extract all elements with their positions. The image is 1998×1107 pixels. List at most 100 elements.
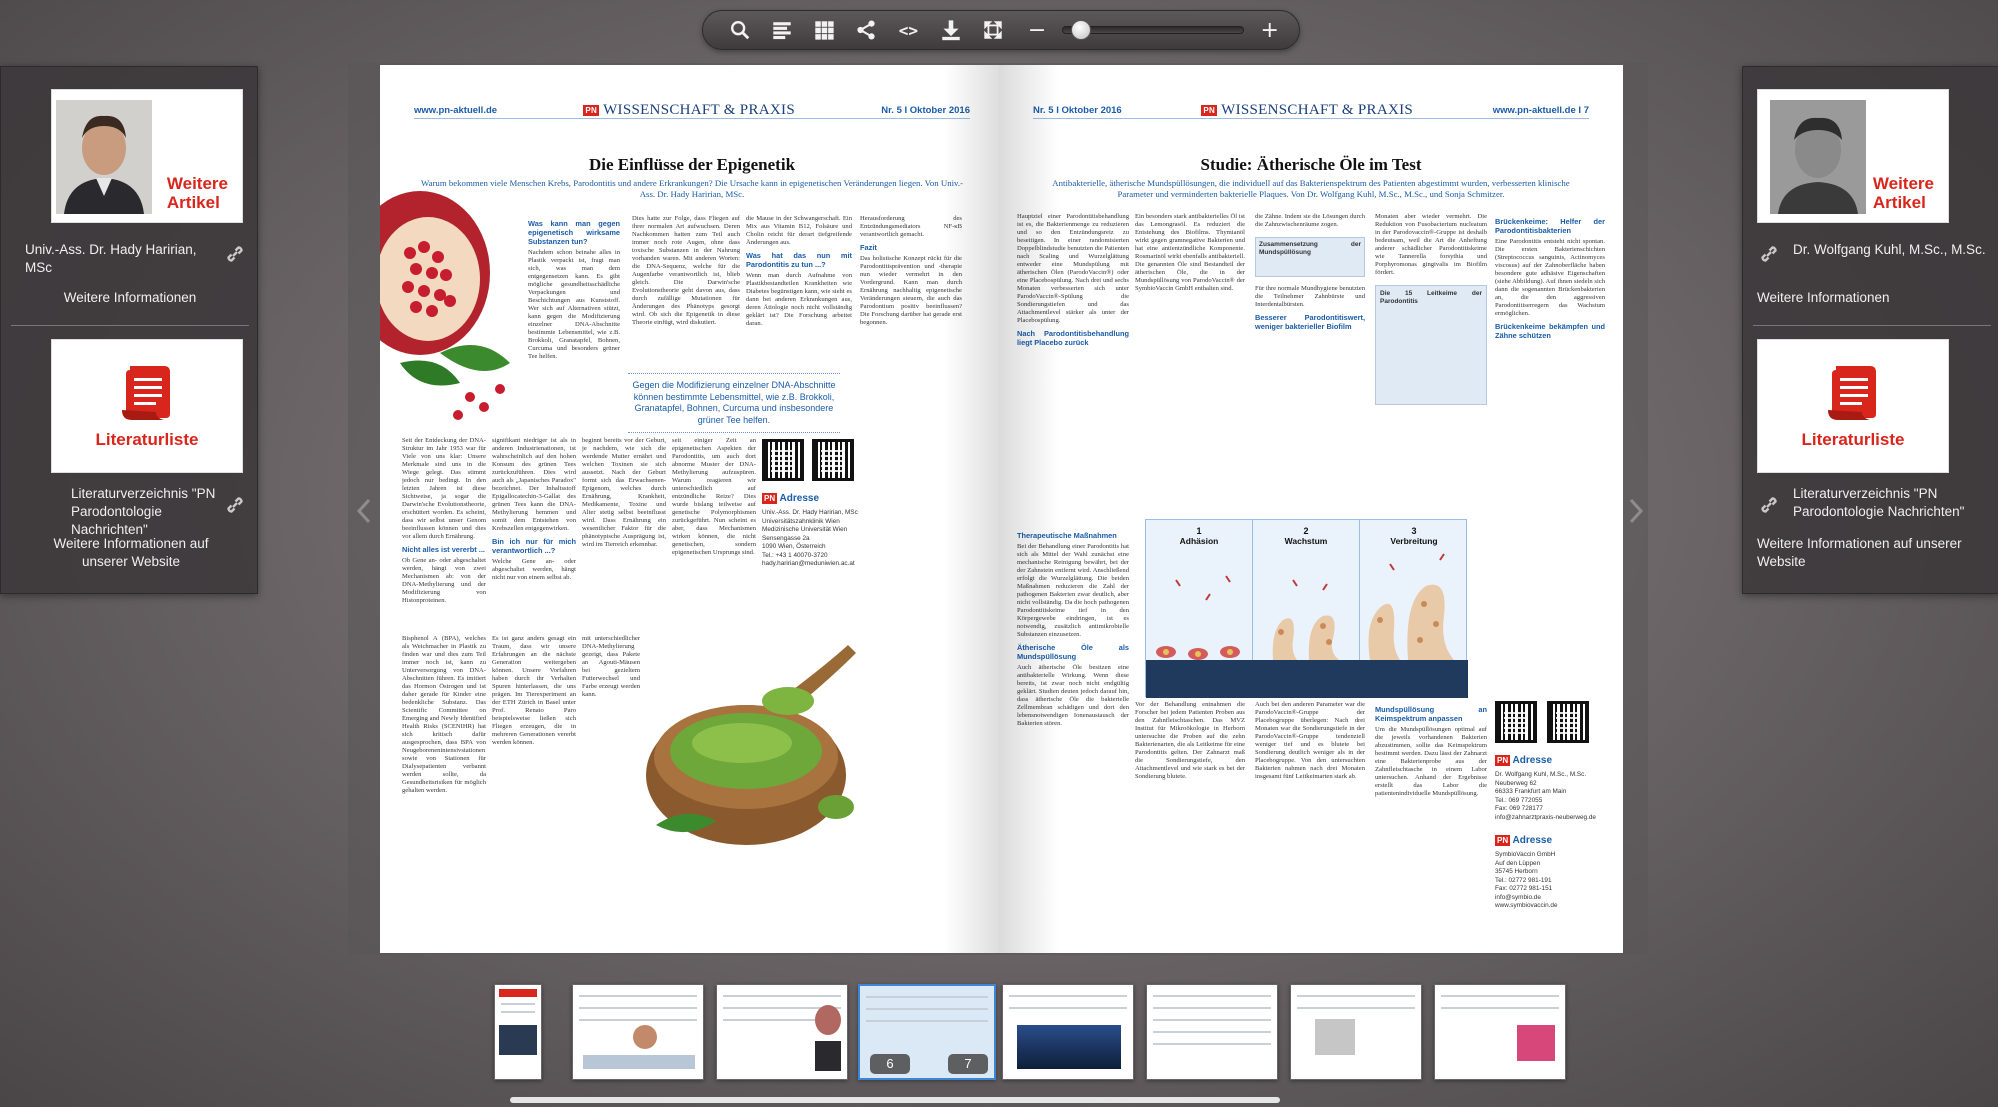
thumbnail-scrollbar[interactable] — [510, 1097, 1280, 1103]
page-url-and-number: www.pn-aktuell.de I 7 — [1493, 105, 1589, 116]
page-right[interactable]: Nr. 5 I Oktober 2016 PN WISSENSCHAFT & P… — [999, 65, 1623, 953]
subheading: Was hat das nun mit Parodontitis zu tun … — [746, 251, 852, 269]
pull-quote: Gegen die Modifizierung einzelner DNA-Ab… — [628, 373, 840, 433]
zoom-slider-handle[interactable] — [1071, 20, 1092, 40]
text-column: Auch bei den anderen Parameter war die P… — [1255, 701, 1365, 780]
thumbnail-pages-4-5[interactable] — [716, 984, 848, 1080]
literature-label: Literaturliste — [1801, 430, 1905, 449]
ingredients-box-title: Zusammensetzung der Mundspüllösung — [1259, 241, 1361, 256]
address-heading: Adresse — [1512, 755, 1553, 766]
rubric-text: WISSENSCHAFT & PRAXIS — [603, 102, 795, 118]
page-header: www.pn-aktuell.de PN WISSENSCHAFT & PRAX… — [414, 102, 970, 119]
literature-more-info-link[interactable]: Weitere Informationen auf unserer Websit… — [1757, 535, 1977, 571]
text-column: Ein besonders stark antibakterielles Öl … — [1135, 213, 1245, 292]
author-photo — [1770, 100, 1866, 214]
info-box-leitkeime: Die 15 Leitkeime der Parodontitis — [1375, 285, 1487, 405]
article-lead: Antibakterielle, ätherische Mundspüllösu… — [1052, 178, 1570, 199]
link-icon[interactable] — [223, 493, 247, 517]
author-more-info-link[interactable]: Weitere Informationen — [1, 289, 259, 307]
more-articles-label: Weitere Artikel — [1872, 174, 1934, 212]
zoom-slider[interactable] — [1062, 20, 1245, 40]
author-name: Univ.-Ass. Dr. Hady Haririan, MSc — [25, 242, 197, 275]
qr-code[interactable] — [1495, 701, 1537, 743]
grid-icon[interactable] — [803, 14, 845, 46]
text-column: Monaten aber wieder vermehrt. Die Redukt… — [1375, 213, 1487, 515]
text-column: mit unterschiedlicher DNA-Methylierung g… — [582, 635, 640, 698]
more-articles-label: Weitere Artikel — [166, 174, 228, 212]
text-column: seit einiger Zeit an epigenetischen Aspe… — [672, 437, 756, 556]
address-heading: Adresse — [779, 493, 820, 504]
link-icon[interactable] — [223, 242, 247, 266]
thumbnail-pages-12-13[interactable] — [1290, 984, 1422, 1080]
thumbnail-pages-10-11[interactable] — [1146, 984, 1278, 1080]
page-header: Nr. 5 I Oktober 2016 PN WISSENSCHAFT & P… — [1033, 102, 1589, 119]
link-icon[interactable] — [1757, 242, 1781, 266]
subheading: Nicht alles ist vererbt ... — [402, 545, 485, 554]
figure-panel-spread: 3 Verbreitung — [1360, 520, 1468, 698]
subheading: Besserer Parodontitiswert, weniger bakte… — [1255, 313, 1365, 331]
scroll-icon — [1822, 360, 1886, 424]
literature-more-info-link[interactable]: Weitere Informationen auf unserer Websit… — [31, 535, 231, 571]
link-icon[interactable] — [1757, 493, 1781, 517]
literature-name: Literaturverzeichnis "PN Parodontologie … — [71, 486, 216, 537]
subheading: Brückenkeime bekämpfen und Zähne schütze… — [1495, 322, 1605, 340]
thumbnail-pages-6-7[interactable]: 6 7 — [858, 984, 996, 1080]
subheading: Was kann man gegen epigenetisch wirksame… — [528, 219, 620, 246]
matcha-bowl-image — [646, 645, 856, 845]
text-column: Es ist ganz anders gesagt ein Traum, das… — [492, 635, 576, 746]
text-column: Mundspüllösung an Keimspektrum anpassen … — [1375, 705, 1487, 797]
page-rubric: PN WISSENSCHAFT & PRAXIS — [1201, 102, 1413, 119]
literature-card[interactable]: Literaturliste — [51, 339, 243, 473]
left-info-panel: Weitere Artikel Univ.-Ass. Dr. Hady Hari… — [0, 66, 258, 594]
page-badge: 7 — [948, 1054, 988, 1074]
text-column: Vor der Behandlung entnahmen die Forsche… — [1135, 701, 1245, 780]
text-column: die Zähne. Indem sie die Lösungen durch … — [1255, 213, 1365, 331]
article-title: Die Einflüsse der Epigenetik — [588, 155, 796, 174]
article-title: Studie: Ätherische Öle im Test — [1200, 155, 1422, 174]
text-column: Bisphenol A (BPA), welches als Weichmach… — [402, 635, 486, 794]
page-left[interactable]: www.pn-aktuell.de PN WISSENSCHAFT & PRAX… — [380, 65, 1004, 953]
issue-info: Nr. 5 I Oktober 2016 — [881, 105, 970, 116]
search-icon[interactable] — [719, 14, 761, 46]
fullscreen-icon[interactable] — [972, 14, 1014, 46]
literature-label: Literaturliste — [95, 430, 199, 449]
info-box-title: Die 15 Leitkeime der Parodontitis — [1380, 290, 1482, 305]
figure-panel-growth: 2 Wachstum — [1253, 520, 1360, 698]
pn-logo: PN — [583, 105, 600, 116]
text-column: Brückenkeime: Helfer der Parodontitisbak… — [1495, 217, 1605, 340]
subheading: Mundspüllösung an Keimspektrum anpassen — [1375, 705, 1487, 723]
author-card[interactable]: Weitere Artikel — [1757, 89, 1949, 223]
share-icon[interactable] — [845, 14, 887, 46]
qr-code[interactable] — [762, 439, 804, 481]
qr-code[interactable] — [812, 439, 854, 481]
page-rubric: PN WISSENSCHAFT & PRAXIS — [583, 102, 795, 119]
zoom-in-button[interactable]: + — [1256, 18, 1283, 43]
thumbnail-pages-8-9[interactable] — [1002, 984, 1134, 1080]
zoom-out-button[interactable]: − — [1024, 18, 1051, 43]
subheading: Bin ich nur für mich verantwortlich ...? — [492, 537, 576, 555]
text-column: beginnt bereits vor der Geburt, je nachd… — [582, 437, 666, 548]
text-column: Therapeutische Maßnahmen Bei der Behandl… — [1017, 531, 1129, 727]
thumbnail-pages-2-3[interactable] — [572, 984, 704, 1080]
magazine-spread: www.pn-aktuell.de PN WISSENSCHAFT & PRAX… — [348, 63, 1648, 955]
pomegranate-image — [380, 191, 510, 420]
text-list-icon[interactable] — [761, 14, 803, 46]
code-icon[interactable]: <> — [887, 14, 929, 46]
figure-panel-adhesion: 1 Adhäsion — [1146, 520, 1253, 698]
pn-logo: PN — [1495, 755, 1511, 766]
subheading: Brückenkeime: Helfer der Parodontitisbak… — [1495, 217, 1605, 235]
address-heading: Adresse — [1512, 835, 1553, 846]
thumbnail-pages-14-15[interactable] — [1434, 984, 1566, 1080]
qr-code[interactable] — [1547, 701, 1589, 743]
thumbnail-cover[interactable] — [494, 984, 542, 1080]
literature-card[interactable]: Literaturliste — [1757, 339, 1949, 473]
author-more-info-link[interactable]: Weitere Informationen — [1757, 289, 1957, 307]
page-url: www.pn-aktuell.de — [1492, 105, 1576, 116]
rubric-text: WISSENSCHAFT & PRAXIS — [1221, 102, 1414, 118]
text-column: Seit der Entdeckung der DNA-Struktur im … — [402, 437, 486, 604]
author-name: Dr. Wolfgang Kuhl, M.Sc., M.Sc. — [1793, 242, 1986, 257]
author-card[interactable]: Weitere Artikel — [51, 89, 243, 223]
download-icon[interactable] — [929, 14, 971, 46]
ingredients-box: Zusammensetzung der Mundspüllösung — [1255, 237, 1365, 277]
code-glyph: <> — [898, 20, 919, 40]
